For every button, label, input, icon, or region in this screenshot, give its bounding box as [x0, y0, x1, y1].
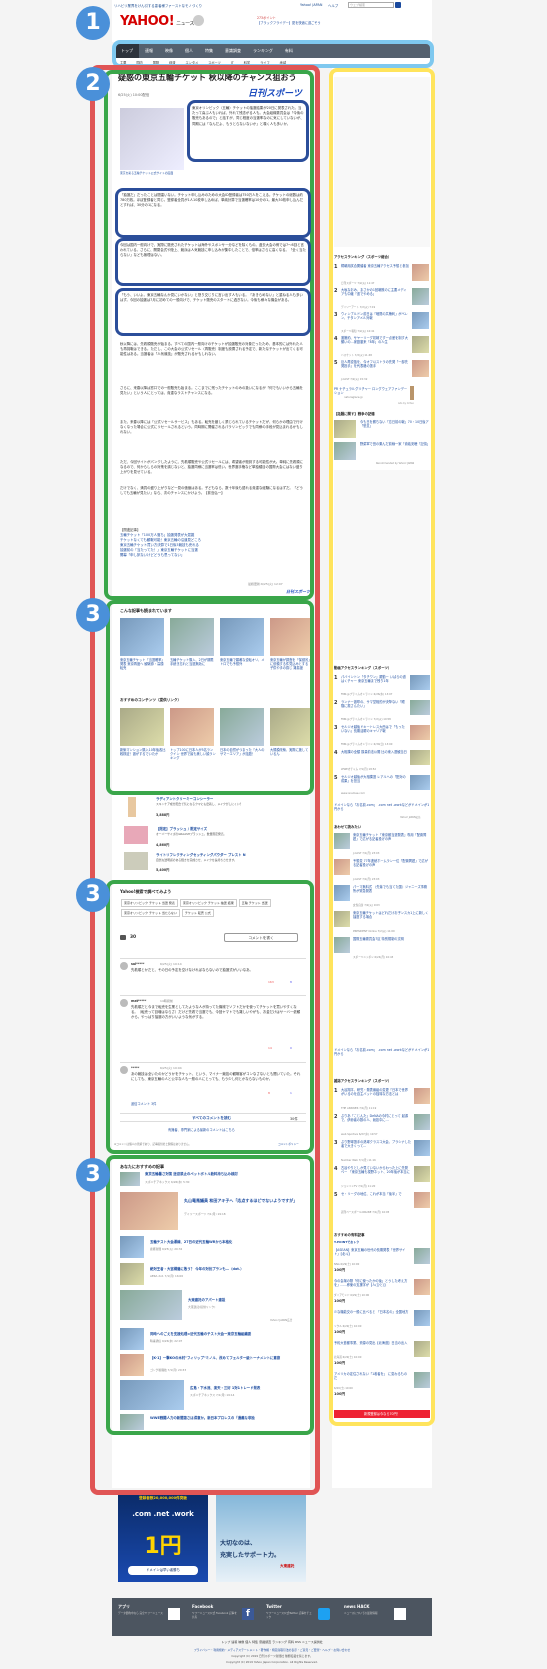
footer-app-desc: ヤフーニュース公式Twitter 記事をチェック	[266, 1612, 312, 1619]
yahoo-news-logo[interactable]: YAHOO! ニュース	[120, 14, 194, 29]
page: リハビリ業界をけん引する患者様ファーストなモノづくり Yahoo! JAPAN …	[0, 0, 547, 1669]
outline-related	[106, 600, 314, 795]
footer-link[interactable]: ニュース提供社	[302, 1640, 323, 1644]
help-link[interactable]: ヘルプ	[328, 3, 338, 8]
badge-3: 3	[76, 878, 110, 912]
footer-link[interactable]: 速報	[231, 1640, 237, 1644]
top-bar: リハビリ業界をけん引する患者様ファーストなモノづくり Yahoo! JAPAN …	[112, 0, 432, 10]
tagline-link[interactable]: リハビリ業界をけん引する患者様ファーストなモノづくり	[114, 3, 202, 8]
footer-link[interactable]: 有料	[288, 1640, 294, 1644]
badge-1: 1	[76, 6, 110, 40]
footer-app-desc: データ節約中なら 完全ヤフーニュース	[118, 1612, 163, 1615]
logo-text: YAHOO!	[120, 14, 175, 29]
logo-service: ニュース	[176, 21, 194, 27]
banner-price: 1円	[144, 1534, 182, 1559]
facebook-icon[interactable]: f	[242, 1608, 254, 1620]
footer-app-desc: ニュースについての最新情報	[344, 1612, 378, 1615]
footer-legal[interactable]: プライバシー・利用規約・メディアステートメント・著作権・特定商取引法の表示・ご意…	[112, 1648, 432, 1652]
outline-para-4	[115, 288, 311, 336]
footer-links: トップ 速報 映像 個人 特集 意識調査 ランキング 有料 RSS ニュース提供…	[112, 1640, 432, 1644]
banner-line2: .com .net .work	[132, 1510, 194, 1518]
daito-badge: 大東建託	[280, 1564, 295, 1568]
outline-recommended	[106, 1155, 314, 1435]
footer-link[interactable]: 意識調査	[259, 1640, 271, 1644]
promo-text[interactable]: 【ブラックフライデー】夏を快適に過ごそう	[257, 20, 321, 25]
badge-2: 2	[76, 67, 110, 101]
daito-banner[interactable]: 大切なのは、 充実したサポート力。 大東建託	[216, 1490, 306, 1582]
footer-facebook[interactable]: Facebook	[192, 1604, 213, 1609]
outline-para-3	[115, 238, 311, 286]
footer-link[interactable]: 映像	[238, 1640, 244, 1644]
web-search-input[interactable]: ウェブ検索	[348, 2, 394, 8]
outline-nav	[112, 40, 434, 68]
search-icon[interactable]	[395, 2, 401, 8]
footer-link[interactable]: RSS	[295, 1640, 301, 1644]
yahoo-japan-link[interactable]: Yahoo! JAPAN	[300, 3, 322, 7]
daito-line1: 大切なのは、	[220, 1540, 257, 1547]
copyright-2: Copyright (C) 2019 Yahoo Japan Corporati…	[226, 1660, 318, 1664]
daito-line2: 充実したサポート力。	[220, 1552, 281, 1559]
twitter-icon[interactable]	[318, 1608, 330, 1620]
footer-newshack[interactable]: news HACK	[344, 1604, 370, 1609]
footer-app-desc: ヤフーニュース公式 Facebook 記事を共有	[192, 1612, 237, 1619]
avatar[interactable]	[193, 15, 204, 26]
badge-3: 3	[76, 1158, 110, 1192]
app-icon[interactable]	[168, 1608, 180, 1620]
newshack-icon[interactable]	[394, 1608, 406, 1620]
outline-comments	[106, 880, 314, 1154]
footer-link[interactable]: 個人	[245, 1640, 251, 1644]
banner-line1: 登録者数20,000,000件突破	[139, 1496, 187, 1500]
footer-app[interactable]: アプリ	[118, 1604, 130, 1610]
footer-link[interactable]: 特集	[252, 1640, 258, 1644]
copyright-1: Copyright (C) 2019 日刊スポーツ新聞社 無断転載を禁じます。	[231, 1654, 313, 1658]
banner-cta[interactable]: ドメインは早い者勝ち	[128, 1566, 198, 1575]
footer-link[interactable]: トップ	[221, 1640, 230, 1644]
outline-sidebar	[329, 68, 435, 1426]
footer-apps: アプリ データ節約中なら 完全ヤフーニュース Facebook ヤフーニュース公…	[112, 1598, 432, 1636]
badge-3: 3	[76, 598, 110, 632]
outline-para-1	[187, 100, 309, 162]
footer-link[interactable]: ランキング	[272, 1640, 287, 1644]
footer-twitter[interactable]: Twitter	[266, 1604, 282, 1609]
outline-para-2	[115, 188, 311, 238]
onamae-banner[interactable]: 登録者数20,000,000件突破 .com .net .work 1円 ドメイ…	[118, 1490, 208, 1582]
